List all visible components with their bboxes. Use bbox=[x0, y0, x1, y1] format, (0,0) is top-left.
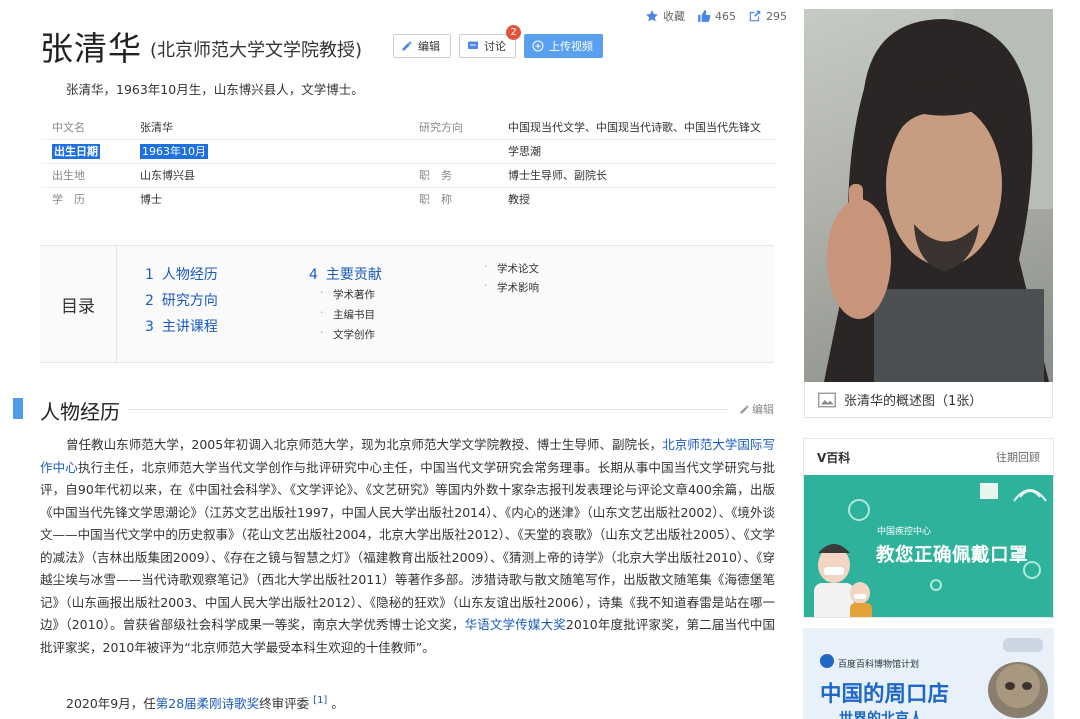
section-divider bbox=[128, 409, 728, 410]
past-episodes-link[interactable]: 往期回顾 bbox=[996, 449, 1040, 465]
catalog-subitem[interactable]: 学术著作 bbox=[320, 287, 375, 302]
portrait-image bbox=[824, 9, 1053, 382]
summary-photo[interactable] bbox=[804, 9, 1053, 382]
info-key: 职 务 bbox=[419, 169, 452, 182]
basic-info: 中文名 张清华 研究方向 中国现当代文学、中国现当代诗歌、中国当代先锋文 出生日… bbox=[41, 116, 776, 212]
discuss-badge: 2 bbox=[506, 25, 521, 40]
image-icon bbox=[818, 392, 836, 407]
info-row: 学 历 博士 职 称 教授 bbox=[41, 188, 776, 212]
link-rougang-poetry-award[interactable]: 第28届柔刚诗歌奖 bbox=[156, 696, 259, 711]
photo-caption[interactable]: 张清华的概述图（1张） bbox=[804, 382, 1053, 418]
info-key: 学 历 bbox=[52, 193, 85, 206]
comment-icon bbox=[468, 41, 478, 49]
info-value: 学思潮 bbox=[508, 145, 541, 158]
info-row: 中文名 张清华 研究方向 中国现当代文学、中国现当代诗歌、中国当代先锋文 bbox=[41, 116, 776, 140]
catalog: 目录 1人物经历 2研究方向 3主讲课程 4主要贡献 学术著作 主编书目 文学创… bbox=[40, 245, 774, 363]
share-count: 295 bbox=[766, 9, 787, 23]
page-subtitle: (北京师范大学文学院教授) bbox=[150, 40, 363, 61]
info-row: 出生地 山东博兴县 职 务 博士生导师、副院长 bbox=[41, 164, 776, 188]
catalog-item[interactable]: 3 主讲课程 bbox=[145, 316, 218, 336]
favorite-label: 收藏 bbox=[663, 10, 685, 23]
info-value: 教授 bbox=[508, 193, 530, 206]
catalog-item[interactable]: 4 主要贡献 bbox=[309, 264, 382, 284]
upload-video-button[interactable]: 上传视频 bbox=[524, 34, 603, 58]
info-value: 博士生导师、副院长 bbox=[508, 169, 607, 182]
banner-source: 百度百科博物馆计划 bbox=[838, 660, 920, 670]
banner-source: 中国疾控中心 bbox=[877, 527, 932, 537]
share-icon bbox=[749, 10, 761, 22]
museum-banner[interactable]: 百度百科博物馆计划 中国的周口店 世界的北京人 bbox=[803, 628, 1054, 719]
pencil-icon bbox=[402, 41, 412, 51]
discuss-button[interactable]: 讨论 2 bbox=[459, 25, 521, 58]
reference-link[interactable]: [1] bbox=[313, 695, 327, 706]
plus-circle-icon bbox=[532, 40, 544, 52]
catalog-item[interactable]: 1 人物经历 bbox=[145, 264, 218, 284]
like-count: 465 bbox=[715, 9, 736, 23]
thumb-up-icon bbox=[698, 10, 711, 22]
like-button[interactable]: 465 bbox=[697, 9, 736, 23]
info-row: 出生日期 1963年10月 学思潮 bbox=[41, 140, 776, 164]
info-value: 博士 bbox=[140, 193, 162, 206]
page-title: 张清华 bbox=[40, 29, 142, 68]
lemma-summary: 张清华，1963年10月生，山东博兴县人，文学博士。 bbox=[66, 82, 364, 97]
page-stats: 收藏 465 295 bbox=[645, 8, 787, 24]
catalog-label: 目录 bbox=[40, 246, 117, 362]
v-baike-box: V百科 往期回顾 中国疾控中心 教您正确佩戴口罩 bbox=[803, 438, 1054, 618]
section-title: 人物经历 bbox=[40, 396, 128, 425]
info-key: 中文名 bbox=[52, 121, 85, 134]
catalog-subitem[interactable]: 主编书目 bbox=[320, 307, 375, 322]
mask-banner[interactable]: 中国疾控中心 教您正确佩戴口罩 bbox=[804, 475, 1053, 617]
section-edit-button[interactable]: 编辑 bbox=[739, 401, 774, 417]
edit-button[interactable]: 编辑 bbox=[393, 34, 451, 58]
info-value: 1963年10月 bbox=[140, 144, 208, 159]
catalog-subitem[interactable]: 学术论文 bbox=[484, 261, 539, 276]
info-key: 出生地 bbox=[52, 169, 85, 182]
catalog-item[interactable]: 2 研究方向 bbox=[145, 290, 218, 310]
info-value: 中国现当代文学、中国现当代诗歌、中国当代先锋文 bbox=[508, 121, 761, 134]
banner-headline: 中国的周口店 bbox=[820, 682, 950, 707]
catalog-subitem[interactable]: 学术影响 bbox=[484, 280, 539, 295]
banner-headline: 教您正确佩戴口罩 bbox=[876, 545, 1029, 566]
pencil-icon bbox=[740, 404, 749, 414]
share-button[interactable]: 295 bbox=[748, 9, 787, 23]
paragraph: 曾任教山东师范大学，2005年初调入北京师范大学，现为北京师范大学文学院教授、博… bbox=[40, 437, 775, 655]
info-key: 研究方向 bbox=[419, 121, 463, 134]
favorite-button[interactable]: 收藏 bbox=[645, 8, 685, 24]
banner-subheadline: 世界的北京人 bbox=[839, 711, 923, 719]
link-chinese-media-award[interactable]: 华语文学传媒大奖 bbox=[465, 617, 566, 632]
info-value: 山东博兴县 bbox=[140, 169, 195, 182]
info-key: 职 称 bbox=[419, 193, 452, 206]
info-value: 张清华 bbox=[140, 121, 173, 134]
paragraph: 2020年9月，任第28届柔刚诗歌奖终审评委 [1] 。 bbox=[66, 695, 344, 712]
info-key: 出生日期 bbox=[52, 144, 100, 159]
section-marker bbox=[13, 398, 23, 419]
catalog-subitem[interactable]: 文学创作 bbox=[320, 327, 375, 342]
star-icon bbox=[646, 10, 658, 22]
v-baike-title: V百科 bbox=[817, 450, 851, 465]
